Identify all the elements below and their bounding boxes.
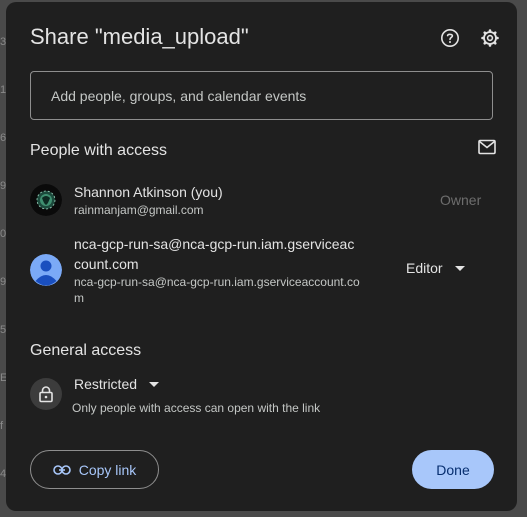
person-name: Shannon Atkinson (you) xyxy=(74,184,223,200)
help-button[interactable] xyxy=(438,26,462,50)
gear-icon xyxy=(481,29,499,47)
done-button[interactable]: Done xyxy=(412,450,494,489)
person-name: nca-gcp-run-sa@nca-gcp-run.iam.gservicea… xyxy=(74,236,355,252)
general-access-dropdown[interactable]: Restricted xyxy=(74,376,160,392)
role-dropdown[interactable]: Editor xyxy=(406,260,465,276)
person-email-continued: m xyxy=(74,291,84,305)
help-circle-icon xyxy=(441,29,459,47)
add-people-input[interactable] xyxy=(30,71,493,120)
lock-badge xyxy=(30,378,62,410)
settings-button[interactable] xyxy=(478,26,502,50)
person-email: nca-gcp-run-sa@nca-gcp-run.iam.gservicea… xyxy=(74,275,360,289)
general-access-description: Only people with access can open with th… xyxy=(72,401,321,415)
chevron-down-icon xyxy=(149,381,160,387)
mail-icon xyxy=(478,139,496,155)
general-access-value: Restricted xyxy=(74,376,138,392)
general-access-heading: General access xyxy=(30,342,142,359)
role-dropdown-value: Editor xyxy=(406,260,443,276)
copy-link-button[interactable]: Copy link xyxy=(30,450,159,489)
dialog-title: Share "media_upload" xyxy=(30,24,249,49)
copy-link-label: Copy link xyxy=(78,461,137,478)
owner-role-label: Owner xyxy=(440,192,482,208)
email-collaborators-button[interactable] xyxy=(478,139,498,157)
people-with-access-heading: People with access xyxy=(30,142,167,159)
person-name-continued: count.com xyxy=(74,256,139,272)
share-dialog: Share "media_upload" People with access xyxy=(6,2,517,511)
person-email: rainmanjam@gmail.com xyxy=(74,203,204,217)
link-icon xyxy=(52,464,71,475)
chevron-down-icon xyxy=(454,265,465,271)
avatar xyxy=(30,254,62,286)
avatar xyxy=(30,184,62,216)
lock-icon xyxy=(39,386,53,403)
